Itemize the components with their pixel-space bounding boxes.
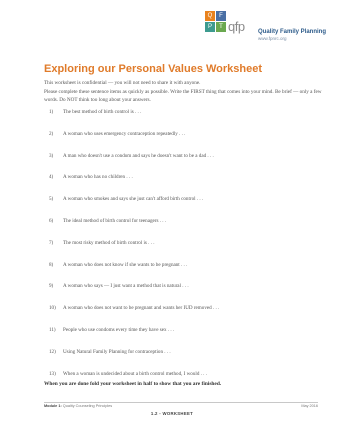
item-text: The ideal method of birth control for te… (63, 217, 167, 224)
logo-tile: T (216, 22, 226, 32)
logo-tile: F (216, 11, 226, 21)
item-text: A woman who has no children . . . (63, 174, 133, 181)
logo-mark: qfp (228, 19, 245, 34)
sentence-item: 12) Using Natural Family Planning for con… (49, 349, 329, 371)
item-number: 3) (49, 152, 54, 159)
instructions: Please complete these sentence items as … (44, 88, 322, 103)
module-name: Quality Counseling Principles (62, 404, 113, 408)
footer-divider (44, 402, 318, 403)
logo-tiles: Q F P T (205, 11, 227, 33)
item-number: 5) (49, 196, 54, 203)
item-text: A woman who does not want to be pregnant… (63, 305, 220, 312)
item-text: Using Natural Family Planning for contra… (63, 348, 171, 355)
sentence-item: 7) The most risky method of birth control… (49, 240, 329, 262)
logo-tile: P (205, 22, 215, 32)
sentence-item: 5) A woman who smokes and says she just c… (49, 196, 329, 218)
item-number: 4) (49, 174, 54, 181)
item-number: 7) (49, 239, 54, 246)
item-number: 1) (49, 109, 54, 115)
sentence-item: 9) A woman who says — I just want a metho… (49, 283, 329, 305)
brand-url: www.fpnrc.org (258, 36, 287, 41)
item-text: A woman who says — I just want a method … (63, 283, 189, 290)
item-number: 10) (49, 305, 56, 312)
sentence-item: 8) A woman who does not know if she wants… (49, 262, 329, 284)
item-text: A man who doesn't use a condom and says … (63, 152, 214, 159)
item-text: People who use condoms every time they h… (63, 326, 175, 333)
item-number: 12) (49, 348, 56, 355)
item-number: 11) (49, 326, 56, 333)
item-number: 8) (49, 261, 54, 268)
item-text: The best method of birth control is . . … (63, 109, 142, 115)
brand-block: Quality Family Planning www.fpnrc.org (258, 29, 342, 41)
page-label: 1.2 - WORKSHEET (150, 411, 194, 416)
confidential-note: This worksheet is confidential — you wil… (44, 80, 201, 86)
sentence-item: 10) A woman who does not want to be pregn… (49, 305, 329, 327)
qfp-logo: Q F P T qfp (205, 11, 245, 39)
page-title: Exploring our Personal Values Worksheet (44, 63, 263, 75)
footer-date: May 2016 (301, 404, 318, 408)
intro-text: This worksheet is confidential — you wil… (44, 80, 326, 105)
module-label: Module 1: (44, 404, 62, 408)
footer-module: Module 1: Quality Counseling Principles (44, 404, 112, 408)
worksheet-page: Q F P T qfp Quality Family Planning www.… (0, 0, 344, 427)
brand-name: Quality Family Planning (258, 29, 327, 35)
item-text: A woman who uses emergency contraception… (63, 130, 186, 137)
item-text: When a woman is undecided about a birth … (63, 370, 208, 377)
sentence-items: 1) The best method of birth control is . … (49, 109, 329, 392)
item-number: 2) (49, 130, 54, 137)
sentence-item: 2) A woman who uses emergency contracepti… (49, 131, 329, 153)
item-number: 6) (49, 217, 54, 224)
sentence-item: 3) A man who doesn't use a condom and say… (49, 153, 329, 175)
sentence-item: 6) The ideal method of birth control for … (49, 218, 329, 240)
sentence-item: 4) A woman who has no children . . . (49, 174, 329, 196)
item-number: 9) (49, 283, 54, 290)
sentence-item: 1) The best method of birth control is . … (49, 109, 329, 131)
sentence-item: 11) People who use condoms every time the… (49, 327, 329, 349)
closing-instruction: When you are done fold your worksheet in… (44, 381, 222, 387)
logo-tile: Q (205, 11, 215, 21)
item-number: 13) (49, 370, 56, 377)
item-text: A woman who smokes and says she just can… (63, 196, 204, 203)
item-text: A woman who does not know if she wants t… (63, 261, 188, 268)
item-text: The most risky method of birth control i… (63, 239, 155, 246)
